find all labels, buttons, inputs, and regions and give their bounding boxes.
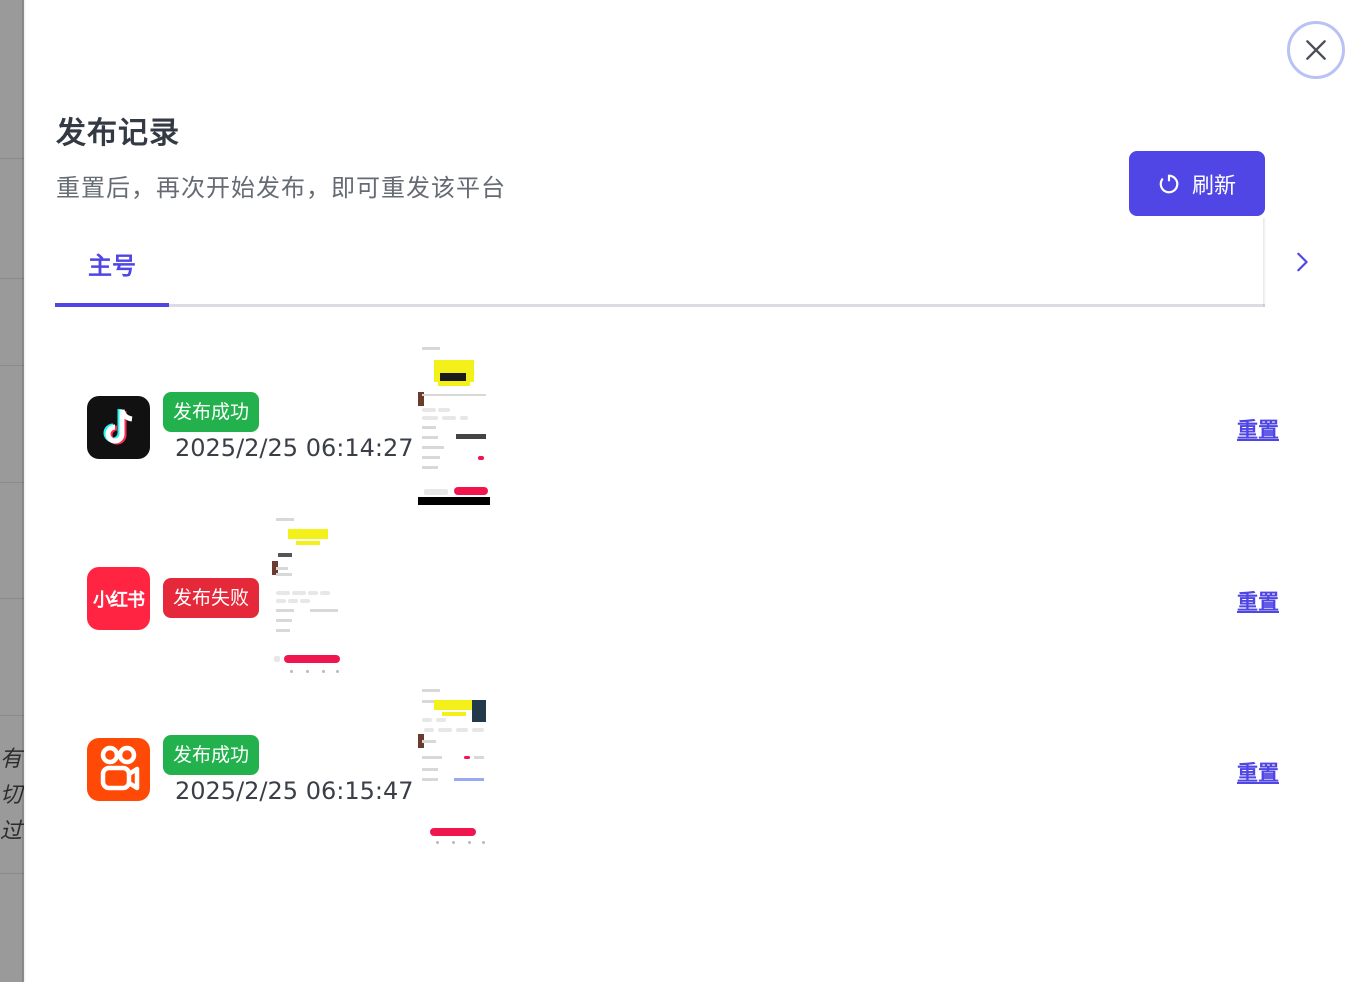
publish-screenshot[interactable] — [272, 515, 344, 676]
xiaohongshu-icon: 小红书 — [87, 567, 150, 630]
background-divider — [0, 365, 24, 366]
background-text: 切 — [0, 783, 23, 808]
background-divider — [0, 873, 24, 874]
tab-active-indicator — [55, 303, 169, 307]
reset-link[interactable]: 重置 — [1237, 586, 1279, 616]
publish-screenshot[interactable] — [418, 686, 490, 847]
tab-main-account[interactable]: 主号 — [88, 246, 136, 281]
status-badge: 发布成功 — [163, 392, 260, 432]
background-divider — [0, 158, 24, 159]
douyin-icon — [87, 396, 150, 459]
status-badge: 发布失败 — [163, 578, 260, 618]
background-page: 有 切 过 — [0, 0, 24, 982]
drawer-shadow — [22, 0, 26, 982]
tab-underline — [55, 304, 1265, 307]
refresh-button[interactable]: 刷新 — [1129, 151, 1265, 216]
xiaohongshu-icon-text: 小红书 — [93, 589, 145, 611]
background-text: 有 — [0, 747, 23, 772]
tab-scroll-next-button[interactable] — [1284, 244, 1320, 280]
publish-time: 2025/2/25 06:15:47 — [175, 777, 414, 805]
background-divider — [0, 278, 24, 279]
chevron-right-icon — [1297, 252, 1308, 272]
tab-scroll-shadow — [1263, 218, 1266, 307]
publish-screenshot[interactable] — [418, 344, 490, 505]
publish-time: 2025/2/25 06:14:27 — [175, 434, 414, 462]
background-divider — [0, 482, 24, 483]
refresh-icon — [1159, 174, 1179, 193]
status-badge: 发布成功 — [163, 735, 260, 775]
reset-link[interactable]: 重置 — [1237, 414, 1279, 444]
background-text: 过 — [0, 819, 23, 844]
account-tabs: 主号 — [55, 218, 1265, 307]
kuaishou-icon — [87, 738, 150, 801]
reset-link[interactable]: 重置 — [1237, 757, 1279, 787]
background-divider — [0, 715, 24, 716]
close-icon — [1306, 40, 1326, 60]
close-button[interactable] — [1287, 21, 1345, 79]
refresh-label: 刷新 — [1191, 173, 1236, 199]
background-divider — [0, 598, 24, 599]
drawer-subtitle: 重置后，再次开始发布，即可重发该平台 — [56, 174, 506, 202]
drawer-title: 发布记录 — [56, 116, 180, 151]
